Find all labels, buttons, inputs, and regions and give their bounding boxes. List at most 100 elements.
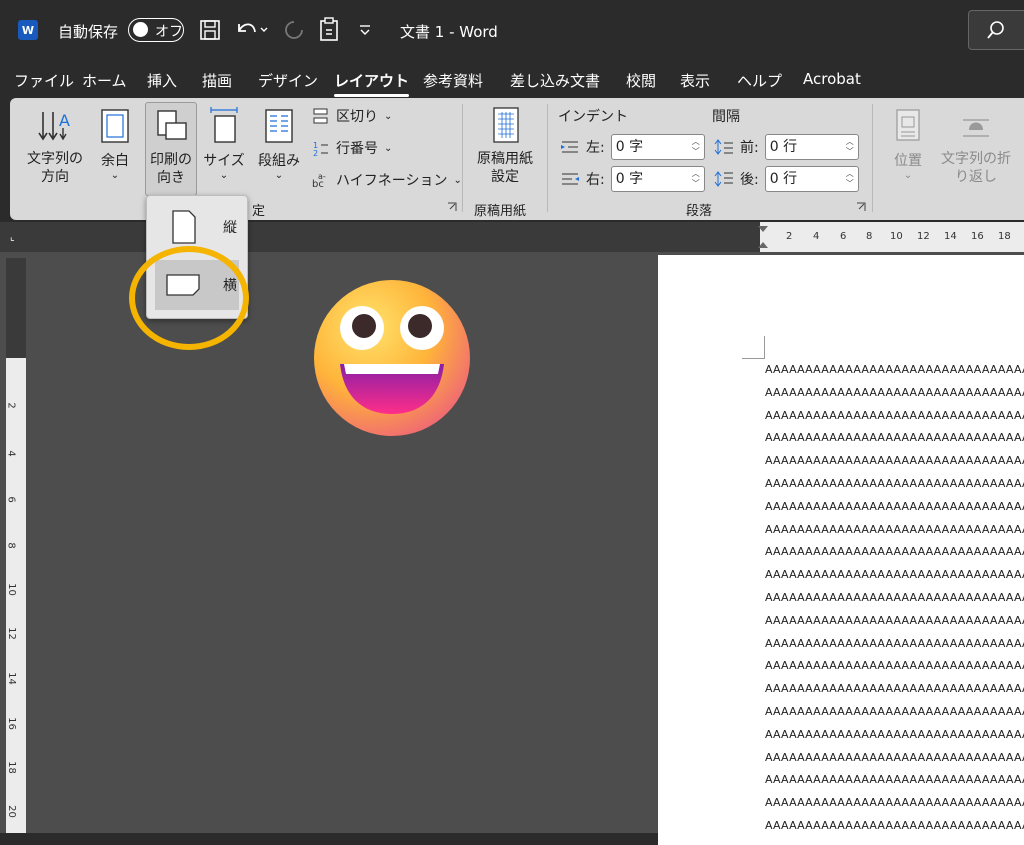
genkou-settings-label: 原稿用紙 設定	[477, 151, 533, 185]
ruler-mark: 8	[5, 542, 17, 549]
text-direction-button[interactable]: A 文字列の 方向	[24, 106, 86, 186]
dialog-launcher-icon[interactable]	[856, 202, 866, 212]
document-text-line: AAAAAAAAAAAAAAAAAAAAAAAAAAAAAAAAAAAA	[765, 613, 1024, 627]
tab-insert[interactable]: 挿入	[147, 70, 177, 91]
tab-view[interactable]: 表示	[680, 70, 710, 91]
ruler-mark: 6	[5, 496, 17, 503]
menu-item-portrait[interactable]: 縦	[155, 202, 239, 252]
indent-left-input[interactable]: 0 字 ︿ ﹀	[610, 134, 705, 160]
indent-right-row: 右: 0 字 ︿ ﹀	[560, 166, 705, 192]
ruler-mark: 16	[971, 231, 984, 242]
document-text-line: AAAAAAAAAAAAAAAAAAAAAAAAAAAAAAAAAAAA	[765, 454, 1024, 468]
text-direction-label: 文字列の 方向	[27, 151, 83, 185]
customize-icon[interactable]	[358, 24, 372, 36]
breaks-icon	[313, 108, 328, 124]
tab-stop-selector[interactable]: ⌞	[10, 232, 15, 243]
ruler-mark: 2	[786, 231, 793, 242]
undo-icon[interactable]	[234, 18, 270, 42]
ruler-mark: 12	[917, 231, 930, 242]
touch-mode-icon[interactable]	[318, 17, 342, 43]
autosave-toggle[interactable]: オフ	[128, 18, 184, 42]
emoji-grinning-icon	[314, 280, 470, 436]
spacing-after-label: 後:	[740, 172, 759, 188]
tab-acrobat[interactable]: Acrobat	[803, 70, 861, 88]
margin-corner-mark	[742, 336, 765, 359]
autosave-label: 自動保存	[58, 22, 119, 41]
document-text-line: AAAAAAAAAAAAAAAAAAAAAAAAAAAAAAAAAAAA	[765, 659, 1024, 673]
tab-review[interactable]: 校閲	[626, 70, 656, 91]
document-text-line: AAAAAAAAAAAAAAAAAAAAAAAAAAAAAAAAAAAA	[765, 705, 1024, 718]
tab-file[interactable]: ファイル	[14, 70, 74, 91]
spacing-before-label: 前:	[740, 140, 759, 156]
spacing-before-icon	[714, 139, 733, 155]
indent-right-input[interactable]: 0 字 ︿ ﹀	[610, 166, 705, 192]
indent-right-icon	[562, 173, 579, 185]
ruler-mark: 14	[944, 231, 957, 242]
indent-label: インデント	[558, 109, 628, 125]
size-icon	[210, 107, 238, 143]
orientation-button[interactable]: 印刷の 向き	[145, 102, 197, 196]
orientation-icon	[157, 110, 187, 140]
tab-layout[interactable]: レイアウト	[334, 70, 410, 97]
portrait-page-icon	[172, 210, 196, 244]
wrap-text-button[interactable]: 文字列の折 り返し	[936, 106, 1016, 186]
spacing-after-icon	[714, 171, 733, 187]
document-text-line: AAAAAAAAAAAAAAAAAAAAAAAAAAAAAAAAAAAA	[765, 591, 1024, 604]
tab-design[interactable]: デザイン	[258, 70, 318, 91]
ruler-mark: 4	[813, 231, 820, 242]
separator	[462, 104, 463, 212]
columns-button[interactable]: 段組み ⌄	[254, 106, 304, 181]
genkou-settings-button[interactable]: 原稿用紙 設定	[470, 106, 540, 186]
title-bar: W 自動保存 オフ 文書 1 - Word	[0, 0, 1024, 62]
size-button[interactable]: サイズ ⌄	[202, 106, 246, 181]
ruler-mark: 16	[5, 717, 17, 730]
ruler-mark: 18	[5, 761, 17, 774]
hyphenation-icon: bca-	[312, 172, 326, 189]
document-text-line: AAAAAAAAAAAAAAAAAAAAAAAAAAAAAAAAAAAA	[765, 727, 1024, 741]
tab-references[interactable]: 参考資料	[423, 70, 483, 91]
spacing-after-input[interactable]: 0 行 ︿ ﹀	[764, 166, 859, 192]
ruler-mark: 10	[5, 583, 17, 596]
position-label: 位置	[894, 153, 922, 169]
line-numbers-icon: 12	[313, 141, 328, 157]
spacing-before-row: 前: 0 行 ︿ ﹀	[714, 134, 859, 160]
breaks-button[interactable]: 区切り ⌄	[312, 106, 392, 126]
document-text-line: AAAAAAAAAAAAAAAAAAAAAAAAAAAAAAAAAAAA	[765, 773, 1024, 787]
search-box[interactable]	[968, 10, 1024, 50]
redo-icon	[285, 21, 303, 39]
document-text-line: AAAAAAAAAAAAAAAAAAAAAAAAAAAAAAAAAAAA	[765, 682, 1024, 696]
paragraph-group-label: 段落	[686, 204, 713, 219]
ruler-mark: 18	[998, 231, 1011, 242]
tab-help[interactable]: ヘルプ	[737, 70, 782, 91]
columns-label: 段組み	[258, 153, 300, 169]
margins-button[interactable]: 余白 ⌄	[90, 106, 140, 181]
spacing-label: 間隔	[712, 109, 740, 125]
position-button[interactable]: 位置 ⌄	[880, 106, 936, 181]
line-numbers-button[interactable]: 12 行番号 ⌄	[312, 138, 392, 158]
indent-marker-icon[interactable]	[756, 222, 770, 252]
autosave-state: オフ	[155, 24, 183, 40]
spacing-after-row: 後: 0 行 ︿ ﹀	[714, 166, 859, 192]
size-label: サイズ	[203, 153, 245, 169]
hyphenation-button[interactable]: bc a- ハイフネーション ⌄	[312, 170, 462, 190]
ruler-mark: 4	[5, 450, 17, 457]
tab-mailings[interactable]: 差し込み文書	[510, 70, 600, 91]
ruler-mark: 10	[890, 231, 903, 242]
dialog-launcher-icon[interactable]	[447, 202, 457, 212]
spacing-before-input[interactable]: 0 行 ︿ ﹀	[764, 134, 859, 160]
indent-left-icon	[561, 141, 578, 153]
breaks-label: 区切り	[336, 109, 378, 125]
tab-home[interactable]: ホーム	[82, 70, 127, 91]
save-icon[interactable]	[199, 19, 221, 41]
highlight-circle	[129, 246, 249, 350]
position-icon	[896, 109, 920, 141]
separator	[547, 104, 548, 212]
vertical-ruler[interactable]: 2 4 6 8 10 12 14 16 18 20	[6, 258, 26, 833]
tab-draw[interactable]: 描画	[202, 70, 232, 91]
indent-right-label: 右:	[586, 172, 605, 188]
ruler-mark: 14	[5, 672, 17, 685]
hyphenation-label: ハイフネーション	[336, 173, 448, 189]
ruler-mark: 6	[840, 231, 847, 242]
document-page[interactable]: AAAAAAAAAAAAAAAAAAAAAAAAAAAAAAAA AAAA AAAA…	[658, 255, 1024, 845]
svg-text:2: 2	[313, 149, 318, 157]
